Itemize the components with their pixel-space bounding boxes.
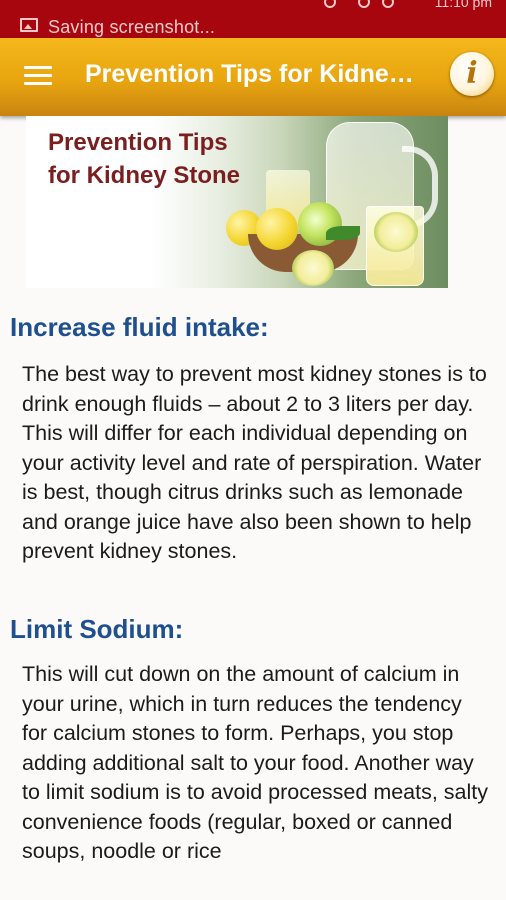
banner-title: Prevention Tips for Kidney Stone (48, 126, 268, 192)
location-icon (358, 0, 370, 8)
image-icon (20, 18, 38, 32)
lime-slice-illustration (292, 250, 334, 286)
banner-title-line2: for Kidney Stone (48, 162, 241, 189)
status-bar: Saving screenshot... 11:10 pm (0, 0, 506, 38)
banner-image: Prevention Tips for Kidney Stone (26, 116, 448, 288)
section-body-limit-sodium: This will cut down on the amount of calc… (22, 662, 489, 863)
info-glyph: i (466, 56, 478, 91)
app-bar: Prevention Tips for Kidney Stone i (0, 38, 506, 116)
status-notification-text: Saving screenshot... (48, 17, 216, 37)
status-clock: 11:10 pm (434, 0, 492, 10)
hamburger-menu-icon[interactable] (24, 66, 52, 86)
signal-icon (324, 0, 336, 8)
section-body-fluid-intake: The best way to prevent most kidney ston… (22, 362, 487, 563)
leaf-illustration (326, 226, 360, 240)
lemon-slice-illustration (374, 212, 418, 252)
lemon-illustration (256, 208, 298, 250)
banner-title-line1: Prevention Tips (48, 129, 228, 156)
wifi-icon (382, 0, 394, 8)
app-title: Prevention Tips for Kidney Stone (85, 60, 425, 88)
info-icon[interactable]: i (450, 52, 494, 96)
section-heading-fluid-intake: Increase fluid intake: (10, 312, 269, 342)
section-heading-limit-sodium: Limit Sodium: (10, 614, 184, 644)
